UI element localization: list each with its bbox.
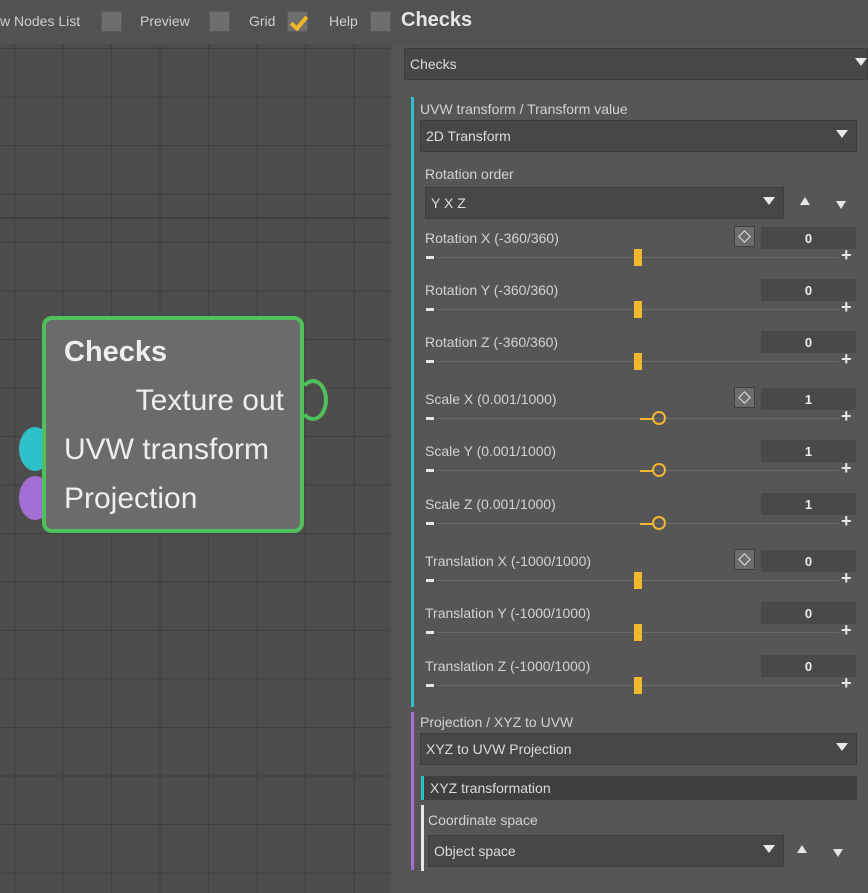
projection-section-label: Projection / XYZ to UVW (420, 714, 574, 730)
chevron-down-icon (836, 130, 848, 138)
chevron-down-icon (763, 197, 775, 205)
move-up-icon[interactable] (797, 845, 807, 853)
slider-thumb[interactable] (634, 353, 642, 370)
param-label: Scale Y (0.001/1000) (425, 443, 557, 459)
uvw-type-dropdown[interactable]: 2D Transform (420, 120, 857, 152)
minus-icon[interactable] (426, 684, 434, 687)
nodes-list-label: w Nodes List (0, 13, 81, 29)
param-label: Translation Z (-1000/1000) (425, 658, 591, 674)
plus-icon[interactable]: + (841, 459, 852, 477)
slider-thumb[interactable] (634, 249, 642, 266)
projection-type-value: XYZ to UVW Projection (426, 741, 572, 757)
param-row: Rotation Y (-360/360) 0 + (425, 279, 858, 334)
param-row: Scale Y (0.001/1000) 1 + (425, 440, 858, 495)
param-label: Translation Y (-1000/1000) (425, 605, 591, 621)
toolbar: w Nodes List Preview Grid Help Checks (0, 0, 868, 44)
keyframe-icon[interactable] (734, 226, 755, 247)
xyz-transformation-header[interactable]: XYZ transformation (421, 776, 857, 800)
param-row: Translation Y (-1000/1000) 0 + (425, 602, 858, 657)
plus-icon[interactable]: + (841, 407, 852, 425)
chevron-down-icon (763, 845, 775, 853)
plus-icon[interactable]: + (841, 674, 852, 692)
slider-thumb[interactable] (634, 677, 642, 694)
node-title: Checks (64, 336, 168, 368)
slider-thumb[interactable] (652, 463, 667, 477)
coordinate-space-label: Coordinate space (428, 812, 538, 828)
nodes-list-checkbox[interactable] (101, 11, 122, 32)
minus-icon[interactable] (426, 256, 434, 259)
minus-icon[interactable] (426, 417, 434, 420)
node-input-uvw-transform: UVW transform (64, 433, 270, 466)
param-row: Scale Z (0.001/1000) 1 + (425, 493, 858, 548)
node-select-value: Checks (410, 56, 457, 72)
coordinate-space-value: Object space (434, 843, 516, 859)
param-row: Rotation X (-360/360) 0 + (425, 226, 858, 282)
param-row: Translation X (-1000/1000) 0 + (425, 549, 858, 605)
slider-track[interactable] (437, 470, 839, 471)
slider-thumb[interactable] (634, 301, 642, 318)
node-select-dropdown[interactable]: Checks (404, 48, 868, 80)
slider-track[interactable] (437, 418, 839, 419)
rotation-order-label: Rotation order (425, 166, 514, 182)
slider-thumb[interactable] (652, 516, 667, 530)
minus-icon[interactable] (426, 308, 434, 311)
chevron-down-icon (836, 743, 848, 751)
keyframe-icon[interactable] (734, 549, 755, 570)
minus-icon[interactable] (426, 579, 434, 582)
help-label: Help (329, 13, 358, 29)
plus-icon[interactable]: + (841, 298, 852, 316)
rotation-order-value: Y X Z (431, 195, 466, 211)
preview-label: Preview (140, 13, 190, 29)
param-row: Scale X (0.001/1000) 1 + (425, 387, 858, 443)
plus-icon[interactable]: + (841, 350, 852, 368)
slider-thumb[interactable] (634, 572, 642, 589)
param-row: Rotation Z (-360/360) 0 + (425, 331, 858, 386)
move-down-icon[interactable] (833, 849, 843, 857)
minus-icon[interactable] (426, 522, 434, 525)
xyz-transformation-label: XYZ transformation (430, 780, 551, 796)
plus-icon[interactable]: + (841, 569, 852, 587)
plus-icon[interactable]: + (841, 512, 852, 530)
param-label: Translation X (-1000/1000) (425, 553, 592, 569)
slider-thumb[interactable] (634, 624, 642, 641)
node-output-texture-out: Texture out (135, 384, 284, 417)
chevron-down-icon (855, 58, 867, 66)
param-label: Scale Z (0.001/1000) (425, 496, 556, 512)
preview-checkbox[interactable] (209, 11, 230, 32)
coordinate-section-bar (421, 805, 424, 871)
slider-track[interactable] (437, 523, 839, 524)
graph-divider (0, 217, 390, 219)
plus-icon[interactable]: + (841, 621, 852, 639)
projection-section-bar (411, 712, 414, 870)
coordinate-space-dropdown[interactable]: Object space (428, 835, 784, 867)
panel-title: Checks (401, 9, 473, 31)
minus-icon[interactable] (426, 631, 434, 634)
grid-label: Grid (249, 13, 276, 29)
help-checkbox[interactable] (370, 11, 391, 32)
keyframe-icon[interactable] (734, 387, 755, 408)
plus-icon[interactable]: + (841, 246, 852, 264)
move-down-icon[interactable] (836, 201, 846, 209)
param-label: Rotation X (-360/360) (425, 230, 559, 246)
move-up-icon[interactable] (800, 197, 810, 205)
minus-icon[interactable] (426, 360, 434, 363)
projection-type-dropdown[interactable]: XYZ to UVW Projection (420, 733, 857, 765)
node-input-projection: Projection (64, 482, 198, 515)
param-label: Rotation Y (-360/360) (425, 282, 559, 298)
param-row: Translation Z (-1000/1000) 0 + (425, 655, 858, 710)
minus-icon[interactable] (426, 469, 434, 472)
uvw-type-value: 2D Transform (426, 128, 511, 144)
grid-checkbox[interactable] (287, 11, 308, 32)
uvw-section-label: UVW transform / Transform value (420, 101, 628, 117)
rotation-order-dropdown[interactable]: Y X Z (425, 187, 784, 219)
param-label: Scale X (0.001/1000) (425, 391, 557, 407)
param-label: Rotation Z (-360/360) (425, 334, 559, 350)
uvw-section-bar (411, 97, 414, 707)
checks-node[interactable]: Checks Texture out UVW transform Project… (42, 316, 304, 533)
slider-thumb[interactable] (652, 411, 667, 425)
